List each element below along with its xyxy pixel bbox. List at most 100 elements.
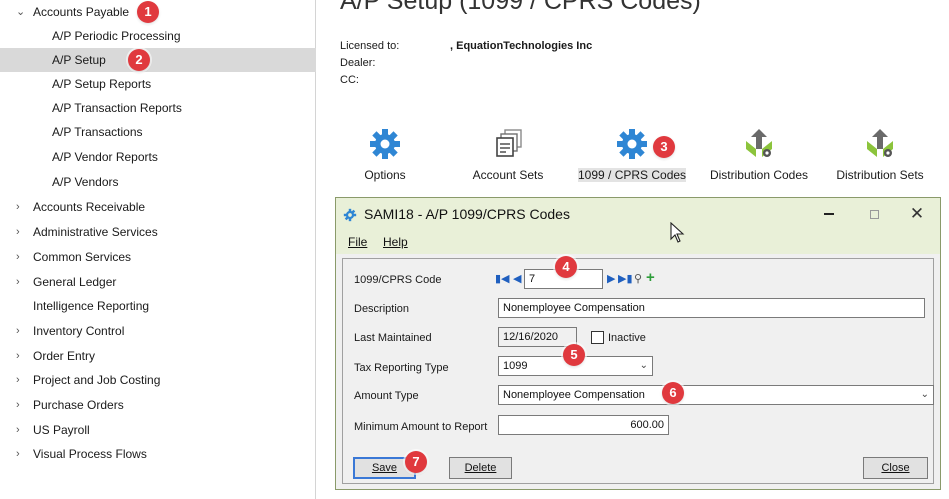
tile-distribution-codes[interactable]: Distribution Codes <box>703 127 815 187</box>
nav-item-label: Administrative Services <box>33 225 158 239</box>
step-badge-4: 4 <box>555 256 577 278</box>
licensed-to-label: Licensed to: <box>340 40 400 52</box>
nav-item-label: General Ledger <box>33 275 117 289</box>
chevron-right-icon: › <box>16 251 20 263</box>
chevron-right-icon: › <box>16 325 20 337</box>
nav-item-label: US Payroll <box>33 423 90 437</box>
step-badge-7: 7 <box>405 451 427 473</box>
nav-item-intelligence-reporting[interactable]: Intelligence Reporting <box>0 294 316 318</box>
menu-file[interactable]: File <box>348 235 367 249</box>
chevron-right-icon: › <box>16 201 20 213</box>
nav-item-label: A/P Transactions <box>52 125 143 139</box>
dealer-label: Dealer: <box>340 57 376 69</box>
chevron-right-icon: › <box>16 226 20 238</box>
delete-button[interactable]: Delete <box>449 457 512 479</box>
tile-distribution-sets[interactable]: Distribution Sets <box>832 127 928 187</box>
last-record-icon[interactable]: ▶▮ <box>618 269 633 289</box>
nav-item-label: Order Entry <box>33 349 96 363</box>
nav-item-administrative-services[interactable]: › Administrative Services <box>0 220 316 244</box>
description-input[interactable]: Nonemployee Compensation <box>498 298 925 318</box>
minimize-button[interactable] <box>811 202 847 226</box>
close-button-label: Close <box>881 462 910 474</box>
distribution-icon <box>867 129 893 157</box>
tile-options[interactable]: Options <box>354 127 416 187</box>
tile-label: Account Sets <box>472 168 544 182</box>
chevron-down-icon: ⌄ <box>16 6 26 18</box>
nav-item-label: A/P Setup Reports <box>52 77 152 91</box>
next-record-icon[interactable]: ▶ <box>607 269 615 289</box>
amount-type-value: Nonemployee Compensation <box>503 389 645 401</box>
close-button[interactable]: Close <box>863 457 928 479</box>
previous-record-icon[interactable]: ◀ <box>513 269 521 289</box>
chevron-right-icon: › <box>16 424 20 436</box>
tile-label: Options <box>364 168 406 182</box>
menu-file-label: File <box>348 235 368 249</box>
step-badge-5: 5 <box>563 344 585 366</box>
nav-item-ap-vendor-reports[interactable]: A/P Vendor Reports <box>0 145 316 169</box>
step-badge-6: 6 <box>662 382 684 404</box>
nav-item-label: A/P Vendors <box>52 175 119 189</box>
close-icon: ✕ <box>909 204 925 223</box>
tile-label: Distribution Codes <box>709 168 809 182</box>
nav-item-ap-setup[interactable]: A/P Setup <box>0 48 316 72</box>
nav-item-label: Purchase Orders <box>33 398 124 412</box>
chevron-down-icon: ⌄ <box>639 360 648 371</box>
mouse-cursor-icon <box>670 222 685 243</box>
description-label: Description <box>354 303 410 315</box>
chevron-down-icon: ⌄ <box>920 389 929 400</box>
code-label: 1099/CPRS Code <box>354 274 442 286</box>
nav-item-label: A/P Setup <box>52 53 106 67</box>
licensed-to-row: Licensed to: , EquationTechnologies Inc <box>340 40 592 52</box>
dialog-form: 1099/CPRS Code ▮◀ ◀ 7 ▶ ▶▮ ⚲ + Descripti… <box>342 258 934 484</box>
nav-item-label: Inventory Control <box>33 324 125 338</box>
nav-item-common-services[interactable]: › Common Services <box>0 245 316 269</box>
nav-item-label: Intelligence Reporting <box>33 299 150 313</box>
maximize-button[interactable] <box>856 202 892 226</box>
distribution-icon <box>746 129 772 157</box>
nav-item-ap-vendors[interactable]: A/P Vendors <box>0 170 316 194</box>
chevron-right-icon: › <box>16 399 20 411</box>
cc-label: CC: <box>340 74 359 86</box>
nav-item-purchase-orders[interactable]: › Purchase Orders <box>0 393 316 417</box>
nav-item-order-entry[interactable]: › Order Entry <box>0 344 316 368</box>
inactive-checkbox[interactable] <box>591 331 604 344</box>
save-button-label: Save <box>371 462 398 474</box>
tile-1099-cprs-codes[interactable]: 1099 / CPRS Codes <box>578 127 686 187</box>
nav-item-label: Visual Process Flows <box>33 447 147 461</box>
nav-item-visual-process-flows[interactable]: › Visual Process Flows <box>0 442 316 466</box>
minimum-amount-label: Minimum Amount to Report <box>354 421 488 433</box>
first-record-icon[interactable]: ▮◀ <box>495 269 510 289</box>
last-maintained-label: Last Maintained <box>354 332 432 344</box>
nav-item-us-payroll[interactable]: › US Payroll <box>0 418 316 442</box>
nav-item-ap-setup-reports[interactable]: A/P Setup Reports <box>0 72 316 96</box>
dialog-title: SAMI18 - A/P 1099/CPRS Codes <box>364 206 570 222</box>
nav-item-general-ledger[interactable]: › General Ledger <box>0 270 316 294</box>
nav-item-project-and-job-costing[interactable]: › Project and Job Costing <box>0 368 316 392</box>
inactive-label: Inactive <box>608 332 646 344</box>
minimum-amount-input[interactable]: 600.00 <box>498 415 669 435</box>
maximize-icon <box>869 209 879 219</box>
delete-button-label: Delete <box>464 462 497 474</box>
nav-item-inventory-control[interactable]: › Inventory Control <box>0 319 316 343</box>
chevron-right-icon: › <box>16 448 20 460</box>
menu-help[interactable]: Help <box>383 235 408 249</box>
account-sets-icon <box>496 129 522 157</box>
tile-account-sets[interactable]: Account Sets <box>467 127 549 187</box>
amount-type-label: Amount Type <box>354 390 419 402</box>
page-title: A/P Setup (1099 / CPRS Codes) <box>340 0 701 15</box>
add-icon[interactable]: + <box>646 268 655 288</box>
search-icon[interactable]: ⚲ <box>634 269 642 289</box>
gear-icon <box>370 129 400 159</box>
amount-type-select[interactable]: Nonemployee Compensation ⌄ <box>498 385 934 405</box>
close-window-button[interactable]: ✕ <box>899 202 935 226</box>
dialog-titlebar[interactable]: SAMI18 - A/P 1099/CPRS Codes ✕ <box>336 198 940 232</box>
step-badge-2: 2 <box>128 49 150 71</box>
nav-item-ap-transactions[interactable]: A/P Transactions <box>0 120 316 144</box>
gear-icon <box>343 208 357 222</box>
nav-item-accounts-receivable[interactable]: › Accounts Receivable <box>0 195 316 219</box>
nav-item-ap-periodic-processing[interactable]: A/P Periodic Processing <box>0 24 316 48</box>
nav-item-ap-transaction-reports[interactable]: A/P Transaction Reports <box>0 96 316 120</box>
nav-item-label: Accounts Receivable <box>33 200 146 214</box>
nav-item-label: Accounts Payable <box>33 5 130 19</box>
last-maintained-value: 12/16/2020 <box>498 327 577 347</box>
